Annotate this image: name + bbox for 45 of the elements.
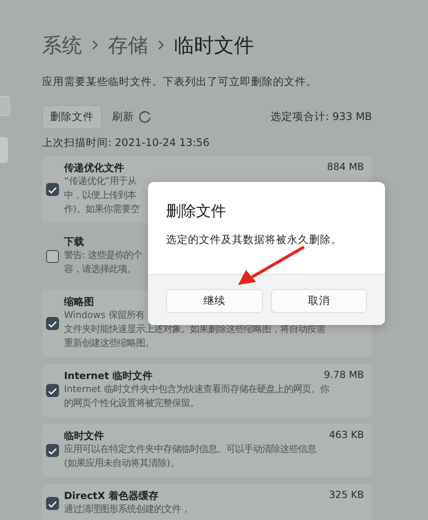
description-line: 警告: 这些是你的个	[64, 250, 142, 261]
category-size: 9.78 MB	[324, 370, 364, 383]
checkbox[interactable]	[46, 183, 59, 196]
dialog-title: 删除文件	[166, 202, 227, 221]
last-scan-time: 上次扫描时间: 2021-10-24 13:56	[42, 136, 210, 150]
description-line: 中，以便上传到本	[64, 190, 136, 201]
breadcrumb-item[interactable]: 系统	[42, 32, 82, 58]
cancel-button[interactable]: 取消	[270, 289, 367, 313]
intro-text: 应用需要某些临时文件。下表列出了可立即删除的文件。	[42, 75, 318, 89]
continue-button[interactable]: 继续	[166, 289, 262, 313]
selected-total: 选定项合计: 933 MB	[270, 110, 372, 124]
dialog-message: 选定的文件及其数据将被永久删除。	[166, 233, 343, 247]
breadcrumb-item: 临时文件	[174, 32, 254, 58]
checkbox[interactable]	[46, 444, 59, 457]
category-size: 884 MB	[327, 162, 364, 175]
description-line: 作)。如果你需要空	[64, 204, 140, 215]
delete-files-button[interactable]: 删除文件	[42, 105, 102, 129]
description-line: Internet 临时文件夹中包含为快速查看而存储在硬盘上的网页。你	[64, 384, 329, 395]
checkbox[interactable]	[46, 384, 59, 397]
description-line: 容，请选择此项。	[64, 264, 136, 275]
description-line: (如果应用未自动将其清除)。	[64, 458, 180, 469]
description-line: 的网页个性化设置将被完整保留。	[64, 398, 199, 409]
description-line: 通过清理图形系统创建的文件，	[64, 504, 190, 515]
refresh-icon	[138, 110, 152, 124]
category-size: 463 KB	[329, 430, 364, 443]
search-field[interactable]	[0, 96, 10, 116]
category-title: 缩略图	[64, 296, 94, 309]
arrow-icon	[236, 246, 306, 286]
chevron-icon	[91, 40, 99, 50]
category-title: DirectX 着色器缓存	[64, 490, 158, 503]
refresh-link[interactable]: 刷新	[102, 110, 137, 124]
category-size: 325 KB	[329, 490, 364, 503]
description-line: 重新创建这些缩略图。	[64, 338, 154, 349]
breadcrumb-item[interactable]: 存储	[108, 32, 148, 58]
category-title: 临时文件	[64, 430, 104, 443]
description-line: “传递优化”用于从	[64, 176, 137, 187]
description-line: 应用可以在特定文件夹中存储临时信息。可以手动清除这些信息	[64, 444, 316, 455]
checkbox[interactable]	[46, 250, 59, 263]
description-line: Windows 保留所有	[64, 310, 144, 321]
chevron-icon	[157, 40, 165, 50]
category-title: Internet 临时文件	[64, 370, 152, 383]
checkbox[interactable]	[46, 497, 59, 510]
checkbox[interactable]	[46, 317, 59, 330]
category-title: 下载	[64, 236, 84, 249]
category-title: 传递优化文件	[64, 162, 124, 175]
